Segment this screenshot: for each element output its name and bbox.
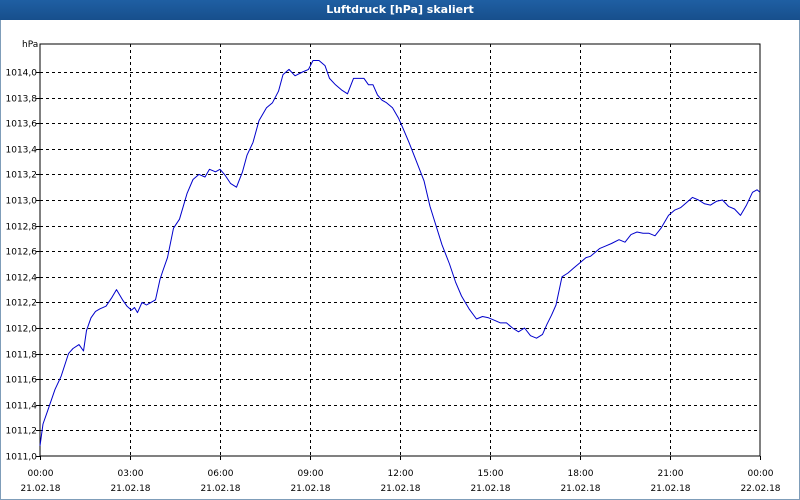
- y-tick-label: 1013,2: [6, 171, 38, 181]
- y-tick-label: 1011,0: [6, 453, 38, 463]
- y-tick-label: 1012,2: [6, 299, 38, 309]
- y-tick-label: 1011,2: [6, 427, 38, 437]
- y-tick-label: 1014,0: [6, 69, 38, 79]
- y-tick-label: 1012,8: [6, 223, 38, 233]
- y-tick-label: 1011,8: [6, 351, 38, 361]
- y-tick-label: 1013,4: [6, 146, 38, 156]
- x-tick-date-label: 21.02.18: [110, 484, 150, 494]
- y-axis-ticks: 1011,0 1011,2 1011,4 1011,6 1011,8 1012,0 1012…: [6, 69, 40, 463]
- x-tick-date-label: 21.02.18: [470, 484, 510, 494]
- x-tick-time-label: 12:00: [388, 469, 414, 479]
- x-tick-date-label: 21.02.18: [290, 484, 330, 494]
- y-tick-label: 1011,4: [6, 402, 38, 412]
- y-tick-label: 1012,4: [6, 274, 38, 284]
- y-tick-label: 1013,8: [6, 95, 38, 105]
- x-tick-date-label: 21.02.18: [20, 484, 60, 494]
- y-tick-label: 1012,6: [6, 248, 38, 258]
- x-tick-date-label: 22.02.18: [740, 484, 780, 494]
- x-tick-time-label: 18:00: [568, 469, 594, 479]
- y-tick-label: 1011,6: [6, 376, 38, 386]
- x-tick-time-label: 03:00: [118, 469, 144, 479]
- y-tick-label: 1012,0: [6, 325, 38, 335]
- x-tick-date-label: 21.02.18: [380, 484, 420, 494]
- x-tick-date-label: 21.02.18: [650, 484, 690, 494]
- y-axis-unit-label: hPa: [22, 40, 38, 50]
- x-tick-time-label: 06:00: [208, 469, 234, 479]
- x-tick-date-label: 21.02.18: [560, 484, 600, 494]
- grid-lines: [40, 44, 760, 456]
- x-axis-ticks: 00:00 21.02.18 03:00 21.02.18 06:00 21.02.18 0…: [20, 456, 781, 494]
- x-tick-time-label: 15:00: [478, 469, 504, 479]
- pressure-line-chart: 1011,0 1011,2 1011,4 1011,6 1011,8 1012,0 1012…: [6, 40, 781, 494]
- x-tick-time-label: 09:00: [298, 469, 324, 479]
- x-tick-date-label: 21.02.18: [200, 484, 240, 494]
- x-tick-time-label: 21:00: [658, 469, 684, 479]
- x-tick-time-label: 00:00: [748, 469, 774, 479]
- y-tick-label: 1013,0: [6, 197, 38, 207]
- x-tick-time-label: 00:00: [28, 469, 54, 479]
- y-tick-label: 1013,6: [6, 120, 38, 130]
